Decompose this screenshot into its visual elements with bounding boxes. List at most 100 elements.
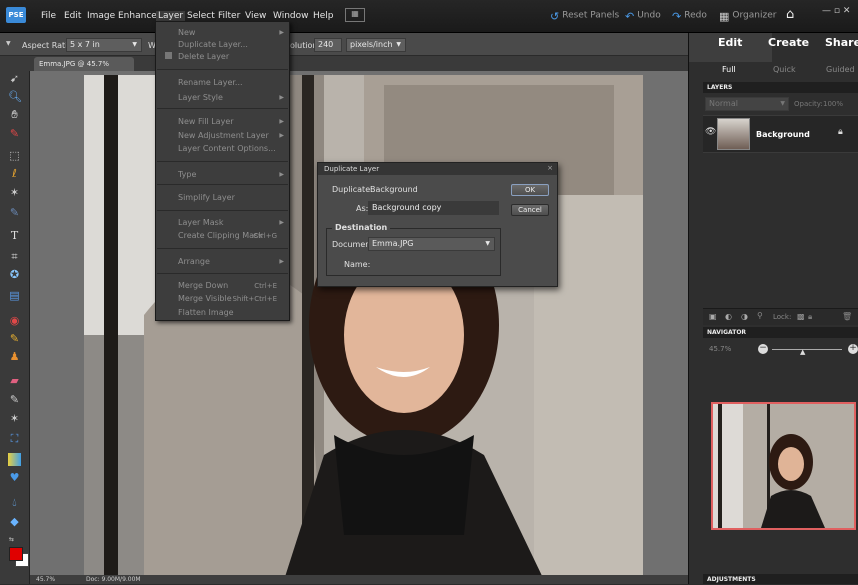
sponge-icon[interactable]: ◆ xyxy=(8,515,21,528)
aspect-ratio-select[interactable]: 5 x 7 in ▼ xyxy=(66,38,142,52)
magic-wand-icon[interactable]: ✶ xyxy=(8,186,21,199)
type-tool-icon[interactable]: T xyxy=(8,229,21,242)
subtab-quick[interactable]: Quick xyxy=(773,65,796,74)
link-icon[interactable]: ⚲ xyxy=(757,311,763,320)
straighten-icon[interactable]: ▤ xyxy=(8,289,21,302)
menu-item-rename-layer[interactable]: Rename Layer... xyxy=(178,78,243,87)
app-logo: PSE xyxy=(6,7,26,23)
hand-tool-icon[interactable]: ✋︎ xyxy=(8,108,21,121)
mask-icon[interactable]: ◑ xyxy=(741,312,748,321)
menu-image[interactable]: Image xyxy=(87,11,115,21)
menu-item-new[interactable]: New xyxy=(178,28,195,37)
menu-item-layer-content-options[interactable]: Layer Content Options... xyxy=(178,144,276,153)
menu-enhance[interactable]: Enhance xyxy=(118,11,157,21)
resolution-input[interactable]: 240 xyxy=(314,38,342,52)
custom-shape-icon[interactable]: ♥ xyxy=(8,471,21,484)
subtab-full[interactable]: Full xyxy=(722,65,736,74)
menu-item-layer-mask[interactable]: Layer Mask xyxy=(178,218,223,227)
move-tool-icon[interactable]: ➹ xyxy=(8,72,21,85)
cookie-cutter-icon[interactable]: ✪ xyxy=(8,268,21,281)
visibility-eye-icon[interactable]: 👁︎ xyxy=(705,127,716,137)
navigator-header[interactable]: NAVIGATOR xyxy=(703,327,858,338)
adjustment-layer-icon[interactable]: ◐ xyxy=(725,312,732,321)
zoom-readout[interactable]: 45.7% xyxy=(36,575,55,584)
menu-item-new-adjustment-layer[interactable]: New Adjustment Layer xyxy=(178,131,269,140)
eyedropper-icon[interactable]: ✎ xyxy=(8,127,21,140)
trash-icon[interactable]: 🗑︎ xyxy=(842,312,852,321)
brush-icon[interactable]: ✎ xyxy=(8,393,21,406)
menu-help[interactable]: Help xyxy=(313,11,334,21)
tab-create[interactable]: Create xyxy=(768,36,809,49)
menu-item-flatten-image[interactable]: Flatten Image xyxy=(178,308,234,317)
blend-mode-select[interactable]: Normal ▼ xyxy=(705,97,789,111)
navigator-zoom[interactable]: 45.7% xyxy=(709,345,731,353)
blur-icon[interactable]: 💧︎ xyxy=(8,496,21,509)
menu-item-merge-down[interactable]: Merge Down xyxy=(178,281,228,290)
menu-item-duplicate-layer[interactable]: Duplicate Layer... xyxy=(178,40,248,49)
submenu-arrow-icon: ▶ xyxy=(279,118,284,125)
zoom-slider-thumb[interactable]: ▲ xyxy=(800,348,805,356)
menu-select[interactable]: Select xyxy=(187,11,215,21)
healing-brush-icon[interactable]: ✎ xyxy=(8,332,21,345)
red-eye-icon[interactable]: ◉ xyxy=(8,314,21,327)
organizer-button[interactable]: ▦ Organizer xyxy=(719,10,777,23)
cancel-button[interactable]: Cancel xyxy=(511,204,549,216)
new-layer-icon[interactable]: ▣ xyxy=(709,312,717,321)
tab-edit[interactable]: Edit xyxy=(718,36,742,49)
crop-tool-icon[interactable]: ⌗ xyxy=(8,250,21,263)
marquee-icon[interactable]: ⬚ xyxy=(8,149,21,162)
document-tab[interactable]: Emma.JPG @ 45.7% (RGB/8) × xyxy=(34,57,134,82)
undo-button[interactable]: ↶ Undo xyxy=(625,10,661,23)
dialog-close-icon[interactable]: × xyxy=(547,164,553,172)
layer-name[interactable]: Background xyxy=(756,130,810,139)
clone-stamp-icon[interactable]: ♟ xyxy=(8,350,21,363)
menu-filter[interactable]: Filter xyxy=(218,11,240,21)
navigator-preview[interactable] xyxy=(711,402,856,530)
menu-view[interactable]: View xyxy=(245,11,266,21)
reset-panels-button[interactable]: ↺ Reset Panels xyxy=(550,10,619,23)
document-select[interactable]: Emma.JPG ▼ xyxy=(368,237,495,251)
foreground-color-swatch[interactable] xyxy=(9,547,23,561)
ok-button[interactable]: OK xyxy=(511,184,549,196)
smart-brush-icon[interactable]: ✶ xyxy=(8,412,21,425)
menu-layer[interactable]: Layer xyxy=(156,11,186,21)
zoom-tool-icon[interactable]: 🔍︎ xyxy=(8,90,22,103)
opacity-value[interactable]: 100% xyxy=(823,100,843,108)
menu-item-type[interactable]: Type xyxy=(178,170,196,179)
eraser-icon[interactable]: ▰ xyxy=(8,374,21,387)
lock-transparent-icon[interactable]: ▩ xyxy=(797,312,805,321)
submenu-arrow-icon: ▶ xyxy=(279,132,284,139)
organizer-label: Organizer xyxy=(732,10,777,21)
resolution-unit-select[interactable]: pixels/inch ▼ xyxy=(346,38,406,52)
home-icon[interactable]: ⌂ xyxy=(786,7,794,22)
quick-selection-icon[interactable]: ✎ xyxy=(8,206,21,219)
gradient-icon[interactable] xyxy=(8,453,21,466)
menu-item-new-fill-layer[interactable]: New Fill Layer xyxy=(178,117,234,126)
subtab-guided[interactable]: Guided xyxy=(826,65,855,74)
workspace-icon[interactable]: ▦ xyxy=(345,8,365,22)
zoom-in-icon[interactable]: + xyxy=(848,344,858,354)
lock-all-icon[interactable]: 🔒︎ xyxy=(808,312,812,322)
swap-colors-icon[interactable]: ⇆ xyxy=(9,536,14,543)
menu-item-delete-layer[interactable]: Delete Layer xyxy=(178,52,229,61)
menu-item-simplify-layer[interactable]: Simplify Layer xyxy=(178,193,235,202)
zoom-out-icon[interactable]: − xyxy=(758,344,768,354)
menu-item-arrange[interactable]: Arrange xyxy=(178,257,210,266)
menu-item-layer-style[interactable]: Layer Style xyxy=(178,93,223,102)
menu-window[interactable]: Window xyxy=(273,11,309,21)
paint-bucket-icon[interactable]: ⛶ xyxy=(8,432,21,445)
layers-panel-header[interactable]: LAYERS xyxy=(703,82,858,93)
lasso-icon[interactable]: ℓ xyxy=(8,167,21,180)
menu-item-merge-visible[interactable]: Merge Visible xyxy=(178,294,232,303)
adjustments-header[interactable]: ADJUSTMENTS xyxy=(703,574,858,584)
undo-icon: ↶ xyxy=(625,10,635,23)
tool-preset-icon[interactable]: ▼ xyxy=(6,40,11,47)
zoom-slider-track[interactable] xyxy=(772,349,842,350)
window-controls[interactable]: — ▫ ✕ xyxy=(822,6,850,16)
menu-file[interactable]: File xyxy=(41,11,56,21)
menu-item-create-clipping-mask[interactable]: Create Clipping Mask xyxy=(178,231,263,240)
as-name-input[interactable]: Background copy xyxy=(368,201,499,215)
menu-edit[interactable]: Edit xyxy=(64,11,81,21)
tab-share[interactable]: Share xyxy=(825,36,858,49)
redo-button[interactable]: ↷ Redo xyxy=(672,10,707,23)
